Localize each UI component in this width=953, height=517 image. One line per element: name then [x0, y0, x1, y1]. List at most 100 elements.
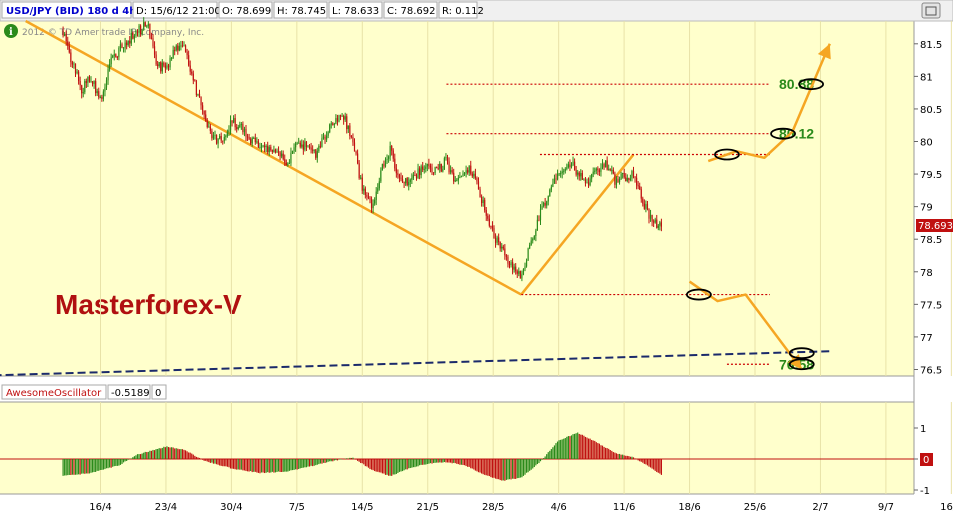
candle-body: [333, 123, 335, 125]
candle-body: [459, 176, 461, 178]
candle-body: [477, 181, 480, 190]
candle-body: [457, 177, 459, 181]
maximize-button[interactable]: [921, 2, 941, 19]
candle-body: [572, 161, 574, 166]
candle-body: [260, 146, 263, 148]
candle-body: [164, 65, 166, 69]
y-tick-label: 78.5: [920, 235, 942, 246]
candle-body: [499, 241, 501, 249]
candle-body: [166, 65, 168, 69]
candle-body: [326, 135, 328, 140]
datetime-readout: D: 15/6/12 21:00: [136, 6, 221, 17]
candle-body: [186, 51, 188, 56]
symbol-label[interactable]: USD/JPY (BID) 180 d 4h: [6, 6, 136, 17]
candle-body: [347, 125, 349, 130]
candle-body: [487, 215, 489, 219]
candle-body: [327, 132, 329, 136]
candle-body: [507, 256, 509, 264]
candle-body: [515, 266, 517, 272]
osc-y-tick-label: 1: [920, 424, 926, 435]
x-tick-label: 11/6: [613, 502, 635, 513]
candle-body: [223, 137, 225, 141]
candle-body: [203, 110, 205, 115]
candle-body: [636, 177, 638, 186]
candle-body: [651, 215, 653, 222]
candle-body: [598, 170, 600, 173]
candle-body: [657, 225, 659, 228]
candle-body: [386, 158, 388, 160]
candle-body: [569, 164, 571, 168]
candle-body: [135, 31, 137, 36]
candle-body: [556, 173, 559, 180]
candle-body: [552, 183, 554, 187]
oscillator-name[interactable]: AwesomeOscillator: [6, 388, 102, 399]
candle-body: [488, 218, 490, 226]
price-pane[interactable]: [0, 21, 914, 376]
candle-body: [510, 262, 512, 266]
candle-body: [583, 179, 585, 181]
candle-body: [369, 197, 371, 200]
candle-body: [453, 172, 455, 182]
candle-body: [167, 65, 170, 68]
candle-body: [468, 165, 470, 173]
candle-body: [332, 123, 334, 125]
candle-body: [575, 170, 577, 175]
candle-body: [584, 179, 587, 184]
candle-body: [200, 97, 202, 106]
candle-body: [594, 170, 596, 172]
candle-body: [412, 175, 414, 179]
candle-body: [357, 153, 359, 164]
candle-body: [68, 45, 70, 53]
candle-body: [628, 177, 630, 180]
candle-body: [549, 189, 551, 197]
candle-body: [496, 237, 498, 243]
candle-body: [391, 146, 393, 151]
candle-body: [446, 157, 449, 162]
candle-body: [508, 263, 511, 266]
candle-body: [237, 126, 239, 129]
candle-body: [295, 143, 297, 148]
candle-body: [85, 81, 87, 83]
candle-body: [99, 97, 101, 99]
candle-body: [401, 179, 404, 183]
candle-body: [436, 167, 438, 169]
candle-body: [277, 151, 280, 153]
candle-body: [574, 161, 576, 171]
candle-body: [276, 151, 278, 153]
y-tick-label: 77.5: [920, 300, 942, 311]
oscillator-pane[interactable]: [0, 402, 914, 494]
candle-body: [346, 116, 348, 130]
candle-body: [183, 45, 185, 47]
candle-body: [578, 172, 580, 177]
candle-body: [113, 54, 115, 56]
candle-body: [240, 123, 242, 125]
candle-body: [264, 145, 266, 148]
candle-body: [153, 46, 156, 55]
candle-body: [409, 179, 411, 182]
candle-body: [274, 149, 277, 153]
candle-body: [70, 52, 72, 63]
candle-body: [143, 22, 145, 30]
candle-body: [389, 146, 391, 157]
candle-body: [184, 45, 187, 52]
candle-body: [67, 41, 69, 46]
candle-body: [618, 179, 621, 183]
candle-body: [161, 62, 163, 72]
candle-body: [456, 180, 458, 182]
candle-body: [513, 266, 515, 270]
candle-body: [637, 185, 639, 187]
candle-body: [302, 144, 304, 150]
candle-body: [188, 55, 190, 66]
candle-body: [408, 181, 410, 186]
candle-body: [471, 173, 473, 177]
candle-body: [138, 25, 140, 33]
candle-body: [535, 230, 537, 236]
candle-body: [586, 182, 588, 184]
candle-body: [202, 105, 204, 111]
candle-body: [231, 120, 233, 123]
candle-body: [329, 124, 331, 133]
candle-body: [606, 160, 608, 170]
price-chart-svg[interactable]: USD/JPY (BID) 180 d 4h D: 15/6/12 21:00 …: [0, 0, 953, 517]
candle-body: [259, 147, 261, 149]
candle-body: [648, 209, 650, 219]
